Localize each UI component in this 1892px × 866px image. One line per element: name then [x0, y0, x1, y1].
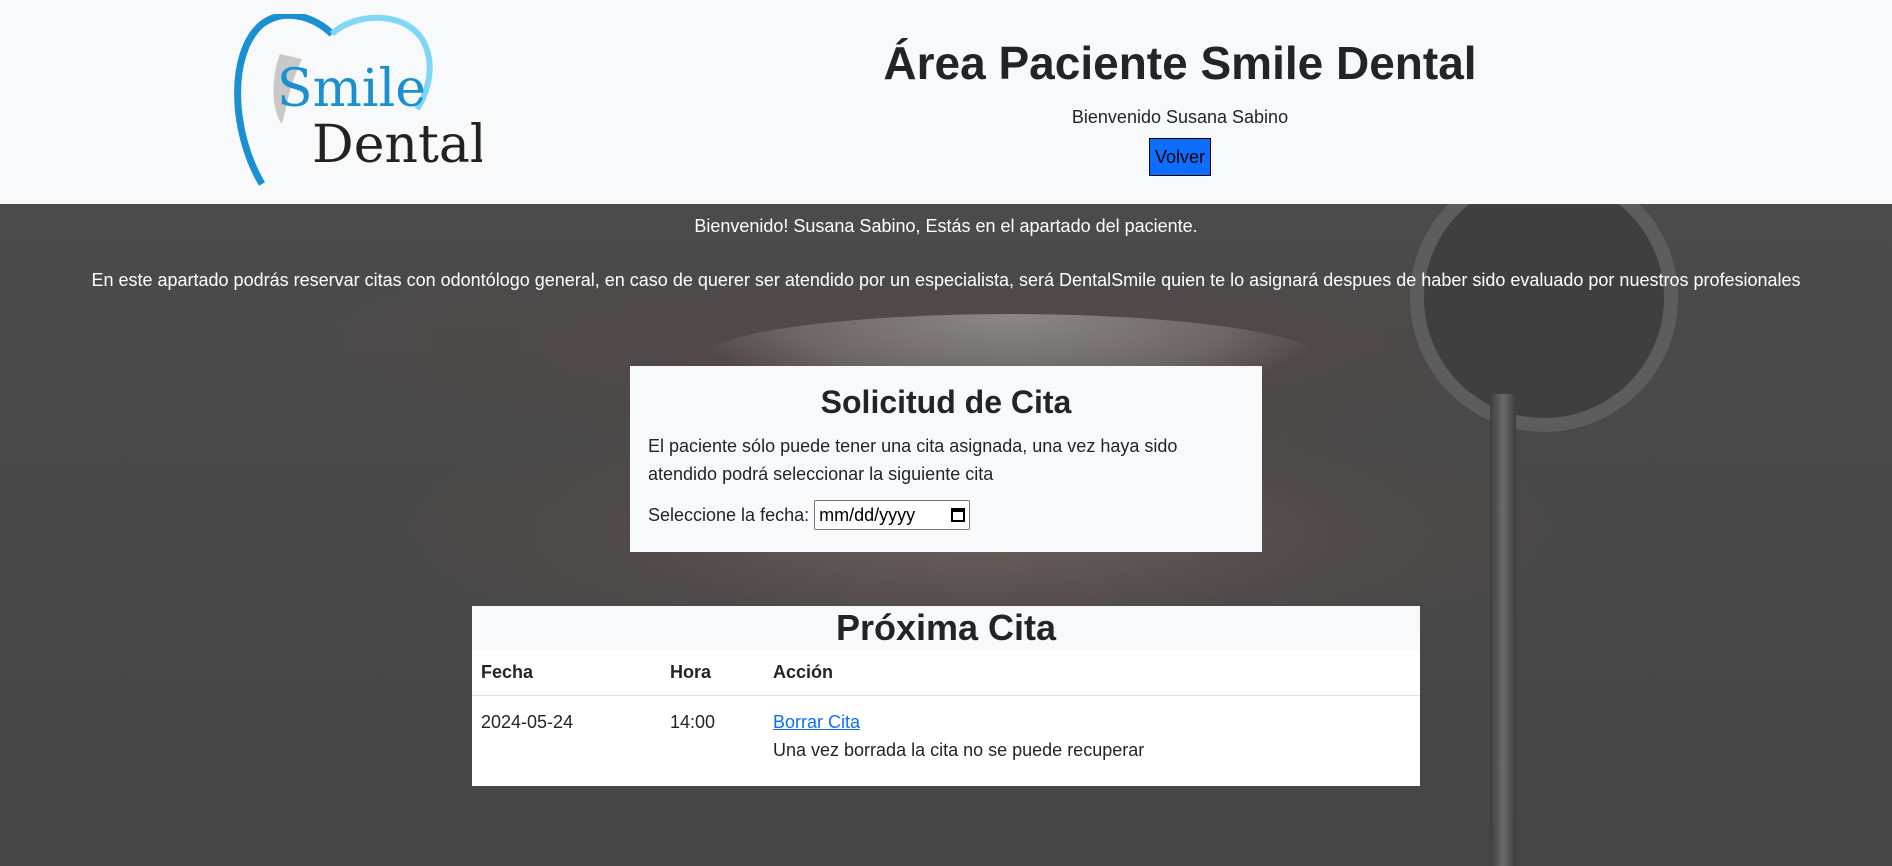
next-appointment-title: Próxima Cita [472, 606, 1420, 650]
header-accion: Acción [764, 650, 1420, 696]
back-button[interactable]: Volver [1148, 138, 1212, 176]
header-fecha: Fecha [472, 650, 661, 696]
logo-line2: Dental [312, 115, 482, 175]
next-appointment-section: Próxima Cita Fecha Hora Acción 2024-05-2… [472, 606, 1420, 786]
date-row: Seleccione la fecha: mm/dd/yyyy [648, 500, 1244, 530]
logo-line1: Smile [277, 59, 426, 119]
cell-accion: Borrar Cita Una vez borrada la cita no s… [764, 696, 1420, 777]
cell-hora: 14:00 [670, 712, 716, 732]
welcome-text: Bienvenido Susana Sabino [1071, 107, 1289, 127]
cell-fecha: 2024-05-24 [481, 712, 574, 732]
request-note: El paciente sólo puede tener una cita as… [648, 436, 1178, 484]
table-row: 2024-05-24 14:00 Borrar Cita Una vez bor… [472, 696, 1420, 777]
date-input[interactable]: mm/dd/yyyy [814, 500, 971, 530]
page-title: Área Paciente Smile Dental [883, 37, 1477, 89]
smile-dental-logo: Smile Dental [234, 14, 482, 186]
table-header-row: Fecha Hora Acción [472, 650, 1420, 696]
appointment-request-panel: Solicitud de Cita El paciente sólo puede… [630, 366, 1262, 552]
header-hora: Hora [661, 650, 764, 696]
header-title-block: Área Paciente Smile Dental Bienvenido Su… [830, 30, 1530, 176]
appointment-table: Fecha Hora Acción 2024-05-24 14:00 Borra… [472, 650, 1420, 776]
date-placeholder: mm/dd/yyyy [819, 504, 916, 525]
intro-description: En este apartado podrás reservar citas c… [91, 270, 1801, 290]
delete-warning: Una vez borrada la cita no se puede recu… [773, 740, 1145, 760]
header: Smile Dental Área Paciente Smile Dental … [0, 0, 1892, 204]
delete-appointment-link[interactable]: Borrar Cita [773, 712, 860, 732]
background-mirror-handle [1490, 394, 1516, 866]
calendar-icon[interactable] [951, 508, 966, 522]
date-label: Seleccione la fecha: [648, 504, 810, 525]
intro-welcome: Bienvenido! Susana Sabino, Estás en el a… [694, 216, 1198, 236]
request-title: Solicitud de Cita [820, 384, 1072, 420]
